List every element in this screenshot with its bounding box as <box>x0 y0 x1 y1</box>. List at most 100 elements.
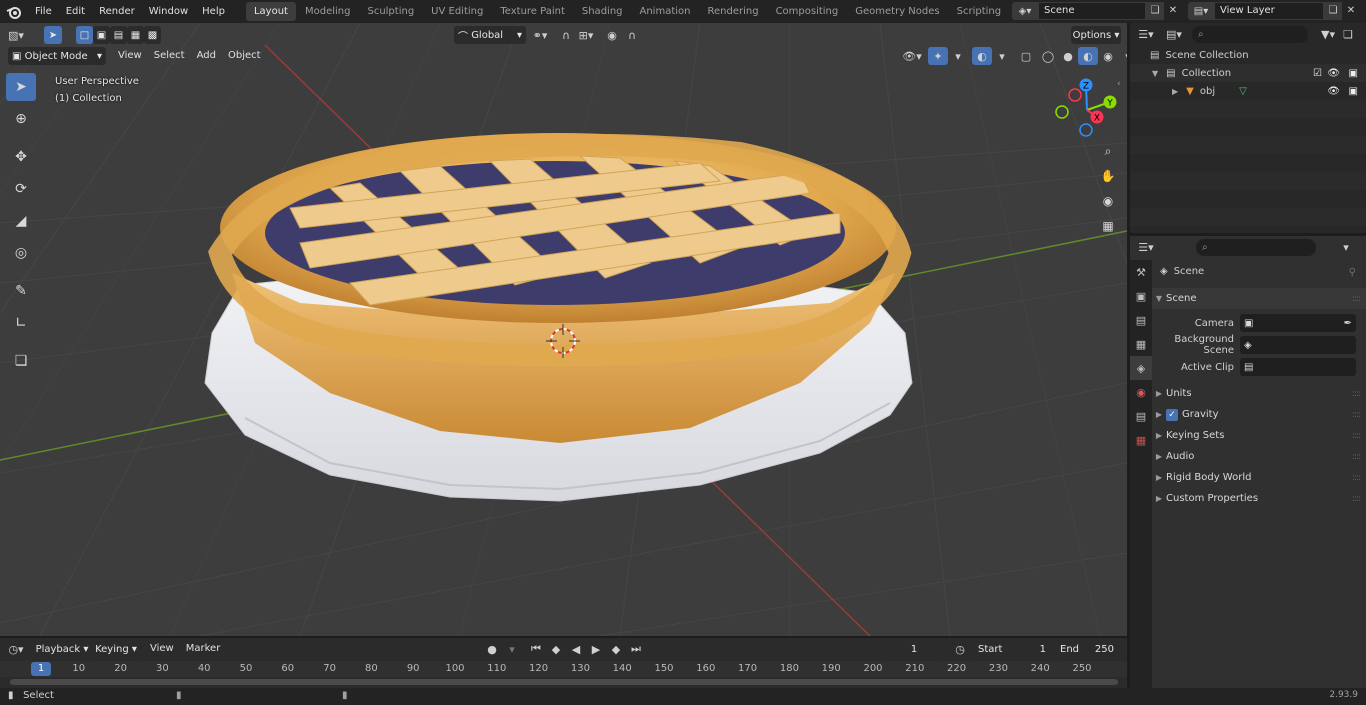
scene-name-field[interactable]: Scene <box>1038 2 1146 20</box>
scene-tab-icon[interactable]: ◈ <box>1130 356 1152 380</box>
zoom-icon[interactable]: ⌕ <box>1097 140 1119 162</box>
texture-tab-icon[interactable]: ▦ <box>1130 428 1152 452</box>
eye-icon[interactable]: 👁 <box>1327 68 1340 79</box>
gizmo-toggle-icon[interactable]: ✦ <box>928 47 948 65</box>
proportional-edit-icon[interactable]: ◉ <box>602 26 622 44</box>
properties-search-input[interactable]: ⌕ <box>1196 238 1316 256</box>
drag-grip-icon[interactable]: :::: <box>1352 410 1361 420</box>
options-dropdown[interactable]: Options ▾ <box>1071 26 1121 44</box>
expand-right-icon[interactable]: ▶ <box>1172 87 1178 96</box>
outliner-row-obj[interactable]: ▶ ▼ obj ▽ 👁 ▣ <box>1130 82 1366 100</box>
properties-editor-type-icon[interactable]: ☰▾ <box>1136 238 1156 256</box>
playback-menu[interactable]: Playback ▾ <box>34 640 90 658</box>
measure-icon[interactable]: ∟ <box>6 309 36 337</box>
select-extend-icon[interactable]: ▣ <box>93 26 110 44</box>
world-tab-icon[interactable]: ◉ <box>1130 380 1152 404</box>
render-tab-icon[interactable]: ▣ <box>1130 284 1152 308</box>
outliner-row-collection[interactable]: ▼ ▤ Collection ☑ 👁 ▣ <box>1130 64 1366 82</box>
shading-dropdown-icon[interactable]: ▾ <box>1118 47 1127 65</box>
editor-type-icon[interactable]: ▧▾ <box>6 26 26 44</box>
prev-keyframe-icon[interactable]: ◆ <box>546 640 566 658</box>
select-new-icon[interactable]: □ <box>76 26 93 44</box>
checkbox-icon[interactable]: ☑ <box>1313 68 1322 79</box>
hand-pan-icon[interactable]: ✋ <box>1097 165 1119 187</box>
camera-icon[interactable]: ◉ <box>1097 190 1119 212</box>
3d-viewport[interactable]: ▧▾ ➤ □ ▣ ▤ ▦ ▩ ⌒ Global ▾ ⚭▾ ∩ ⊞▾ ◉ ∩ Op <box>0 23 1127 636</box>
panel-units[interactable]: ▶ Units :::: <box>1152 383 1366 404</box>
select-intersect-icon[interactable]: ▩ <box>144 26 161 44</box>
timeline-ruler[interactable]: 1 10 20 30 40 50 60 70 80 90 100 110 120 130 140 150 16… <box>0 661 1127 677</box>
view-layer-name-field[interactable]: View Layer <box>1214 2 1324 20</box>
eye-icon[interactable]: 👁 <box>1327 86 1340 97</box>
select-box-icon[interactable]: ➤ <box>6 73 36 101</box>
expand-down-icon[interactable]: ▼ <box>1152 69 1158 78</box>
properties-options-icon[interactable]: ▾ <box>1336 238 1356 256</box>
transform-icon[interactable]: ◎ <box>6 239 36 267</box>
shading-solid-icon[interactable]: ● <box>1058 47 1078 65</box>
eyedropper-icon[interactable]: ✒ <box>1344 318 1356 329</box>
delete-view-layer-icon[interactable]: ✕ <box>1342 2 1360 20</box>
tab-modeling[interactable]: Modeling <box>297 2 359 21</box>
clock-icon[interactable]: ◷ <box>950 640 970 658</box>
select-invert-icon[interactable]: ▦ <box>127 26 144 44</box>
move-icon[interactable]: ✥ <box>6 143 36 171</box>
drag-grip-icon[interactable]: :::: <box>1352 294 1361 304</box>
start-frame-field[interactable]: Start 1 <box>972 640 1052 658</box>
xray-toggle-icon[interactable]: ▢ <box>1016 47 1036 65</box>
gravity-checkbox[interactable]: ✓ <box>1166 408 1178 421</box>
menu-render[interactable]: Render <box>92 0 142 23</box>
tab-compositing[interactable]: Compositing <box>768 2 847 21</box>
snap-target-icon[interactable]: ⊞▾ <box>576 26 596 44</box>
camera-field[interactable]: ▣ ✒ <box>1240 314 1356 332</box>
gizmo-dropdown-icon[interactable]: ▾ <box>948 47 968 65</box>
blender-logo-icon[interactable] <box>0 0 28 23</box>
drag-grip-icon[interactable]: :::: <box>1352 473 1361 483</box>
record-icon[interactable]: ● <box>482 640 502 658</box>
panel-gravity[interactable]: ▶ ✓ Gravity :::: <box>1152 404 1366 425</box>
shading-rendered-icon[interactable]: ◉ <box>1098 47 1118 65</box>
view-layer-tab-icon[interactable]: ▦ <box>1130 332 1152 356</box>
select-mode-arrow-icon[interactable]: ➤ <box>44 26 62 44</box>
next-keyframe-icon[interactable]: ◆ <box>606 640 626 658</box>
shading-wireframe-icon[interactable]: ◯ <box>1038 47 1058 65</box>
panel-scene-header[interactable]: ▼ Scene :::: <box>1152 288 1366 309</box>
keying-menu[interactable]: Keying ▾ <box>92 640 140 658</box>
tab-animation[interactable]: Animation <box>632 2 699 21</box>
jump-end-icon[interactable]: ⏭ <box>626 640 646 658</box>
drag-grip-icon[interactable]: :::: <box>1352 431 1361 441</box>
tab-sculpting[interactable]: Sculpting <box>359 2 422 21</box>
collection-tab-icon[interactable]: ▤ <box>1130 404 1152 428</box>
falloff-curve-icon[interactable]: ∩ <box>622 26 642 44</box>
panel-custom-properties[interactable]: ▶ Custom Properties :::: <box>1152 488 1366 509</box>
mesh-data-icon[interactable]: ▽ <box>1239 86 1247 97</box>
tab-rendering[interactable]: Rendering <box>699 2 766 21</box>
end-frame-field[interactable]: End 250 <box>1054 640 1120 658</box>
current-frame-indicator[interactable]: 1 <box>31 662 51 676</box>
timeline-marker-menu[interactable]: Marker <box>180 640 227 658</box>
tab-geometry-nodes[interactable]: Geometry Nodes <box>847 2 947 21</box>
overlays-toggle-icon[interactable]: ◐ <box>972 47 992 65</box>
add-cube-icon[interactable]: ❏ <box>6 347 36 375</box>
drag-grip-icon[interactable]: :::: <box>1352 494 1361 504</box>
pin-icon[interactable]: ⚲ <box>1349 267 1356 278</box>
menu-window[interactable]: Window <box>142 0 195 23</box>
scale-icon[interactable]: ◢ <box>6 207 36 235</box>
drag-grip-icon[interactable]: :::: <box>1352 452 1361 462</box>
menu-file[interactable]: File <box>28 0 59 23</box>
menu-object[interactable]: Object <box>222 47 267 65</box>
panel-rigid-body-world[interactable]: ▶ Rigid Body World :::: <box>1152 467 1366 488</box>
visibility-eye-icon[interactable]: 👁▾ <box>902 47 922 65</box>
drag-grip-icon[interactable]: :::: <box>1352 389 1361 399</box>
annotate-icon[interactable]: ✎ <box>6 277 36 305</box>
timeline-view-menu[interactable]: View <box>144 640 180 658</box>
new-collection-icon[interactable]: ❏ <box>1338 25 1358 43</box>
tool-tab-icon[interactable]: ⚒ <box>1130 260 1152 284</box>
jump-start-icon[interactable]: ⏮ <box>526 640 546 658</box>
filter-icon[interactable]: ▼▾ <box>1318 25 1338 43</box>
delete-scene-icon[interactable]: ✕ <box>1164 2 1182 20</box>
output-tab-icon[interactable]: ▤ <box>1130 308 1152 332</box>
menu-add[interactable]: Add <box>191 47 222 65</box>
tab-texture-paint[interactable]: Texture Paint <box>492 2 573 21</box>
tab-layout[interactable]: Layout <box>245 2 296 21</box>
new-view-layer-icon[interactable]: ❏ <box>1324 2 1342 20</box>
